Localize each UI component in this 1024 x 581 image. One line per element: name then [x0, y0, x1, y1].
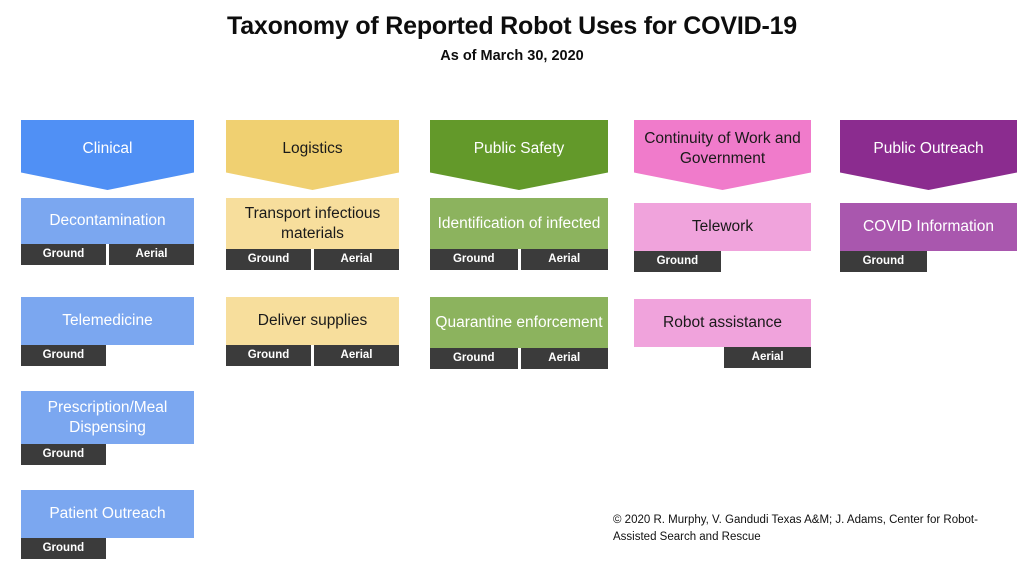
node-label-box[interactable]: Telemedicine: [21, 297, 194, 345]
node-label-box[interactable]: Identification of infected: [430, 198, 608, 249]
category-column-logistics: Logistics Transport infectious materials G…: [226, 120, 399, 366]
category-header-continuity[interactable]: Continuity of Work and Government: [634, 120, 811, 190]
node-label-box[interactable]: Deliver supplies: [226, 297, 399, 345]
domain-tag-aerial[interactable]: Aerial: [314, 249, 399, 270]
node-label-box[interactable]: Telework: [634, 203, 811, 251]
taxonomy-node: Transport infectious materials Ground Aeri…: [226, 198, 399, 270]
page-title: Taxonomy of Reported Robot Uses for COVI…: [227, 12, 797, 40]
domain-tag-aerial[interactable]: Aerial: [520, 348, 608, 369]
node-tag-row: Aerial: [634, 347, 811, 368]
page-subtitle: As of March 30, 2020: [440, 47, 584, 64]
taxonomy-node: Decontamination Ground Aerial: [21, 198, 194, 265]
category-column-public-outreach: Public Outreach COVID Information Ground: [840, 120, 1017, 272]
domain-tag-ground[interactable]: Ground: [226, 345, 311, 366]
domain-tag-aerial[interactable]: Aerial: [724, 347, 811, 368]
node-label-box[interactable]: Decontamination: [21, 198, 194, 244]
taxonomy-node: COVID Information Ground: [840, 203, 1017, 272]
category-column-clinical: Clinical Decontamination Ground Aerial Telem…: [21, 120, 194, 559]
domain-tag-ground[interactable]: Ground: [21, 538, 106, 559]
domain-tag-ground[interactable]: Ground: [21, 244, 106, 265]
node-label-box[interactable]: Quarantine enforcement: [430, 297, 608, 348]
node-label-box[interactable]: Robot assistance: [634, 299, 811, 347]
domain-tag-ground[interactable]: Ground: [634, 251, 721, 272]
node-label-box[interactable]: Patient Outreach: [21, 490, 194, 538]
taxonomy-node: Prescription/Meal Dispensing Ground: [21, 391, 194, 465]
taxonomy-node: Patient Outreach Ground: [21, 490, 194, 559]
node-label-box[interactable]: Prescription/Meal Dispensing: [21, 391, 194, 444]
category-header-public-outreach[interactable]: Public Outreach: [840, 120, 1017, 190]
domain-tag-aerial[interactable]: Aerial: [109, 244, 194, 265]
category-column-public-safety: Public Safety Identification of infected G…: [430, 120, 608, 369]
node-tag-row: Ground Aerial: [226, 345, 399, 366]
category-header-logistics[interactable]: Logistics: [226, 120, 399, 190]
category-column-continuity: Continuity of Work and Government Telewor…: [634, 120, 811, 368]
taxonomy-node: Identification of infected Ground Aerial: [430, 198, 608, 270]
node-tag-row: Ground Aerial: [430, 249, 608, 270]
domain-tag-ground[interactable]: Ground: [840, 251, 927, 272]
node-tag-row: Ground: [21, 538, 194, 559]
domain-tag-ground[interactable]: Ground: [21, 345, 106, 366]
node-tag-row: Ground Aerial: [21, 244, 194, 265]
node-label-box[interactable]: Transport infectious materials: [226, 198, 399, 249]
domain-tag-aerial[interactable]: Aerial: [314, 345, 399, 366]
node-tag-row: Ground Aerial: [226, 249, 399, 270]
taxonomy-node: Robot assistance Aerial: [634, 299, 811, 368]
copyright-footer: © 2020 R. Murphy, V. Gandudi Texas A&M; …: [613, 514, 978, 544]
title-block: Taxonomy of Reported Robot Uses for COVI…: [0, 12, 1024, 64]
node-tag-row: Ground: [21, 345, 194, 366]
taxonomy-node: Quarantine enforcement Ground Aerial: [430, 297, 608, 369]
node-tag-row: Ground: [634, 251, 811, 272]
node-tag-row: Ground Aerial: [430, 348, 608, 369]
domain-tag-ground[interactable]: Ground: [21, 444, 106, 465]
node-tag-row: Ground: [21, 444, 194, 465]
node-tag-row: Ground: [840, 251, 1017, 272]
domain-tag-ground[interactable]: Ground: [430, 348, 518, 369]
category-header-clinical[interactable]: Clinical: [21, 120, 194, 190]
taxonomy-node: Deliver supplies Ground Aerial: [226, 297, 399, 366]
taxonomy-node: Telemedicine Ground: [21, 297, 194, 366]
taxonomy-node: Telework Ground: [634, 203, 811, 272]
domain-tag-ground[interactable]: Ground: [430, 249, 518, 270]
domain-tag-aerial[interactable]: Aerial: [520, 249, 608, 270]
domain-tag-ground[interactable]: Ground: [226, 249, 311, 270]
category-header-public-safety[interactable]: Public Safety: [430, 120, 608, 190]
node-label-box[interactable]: COVID Information: [840, 203, 1017, 251]
